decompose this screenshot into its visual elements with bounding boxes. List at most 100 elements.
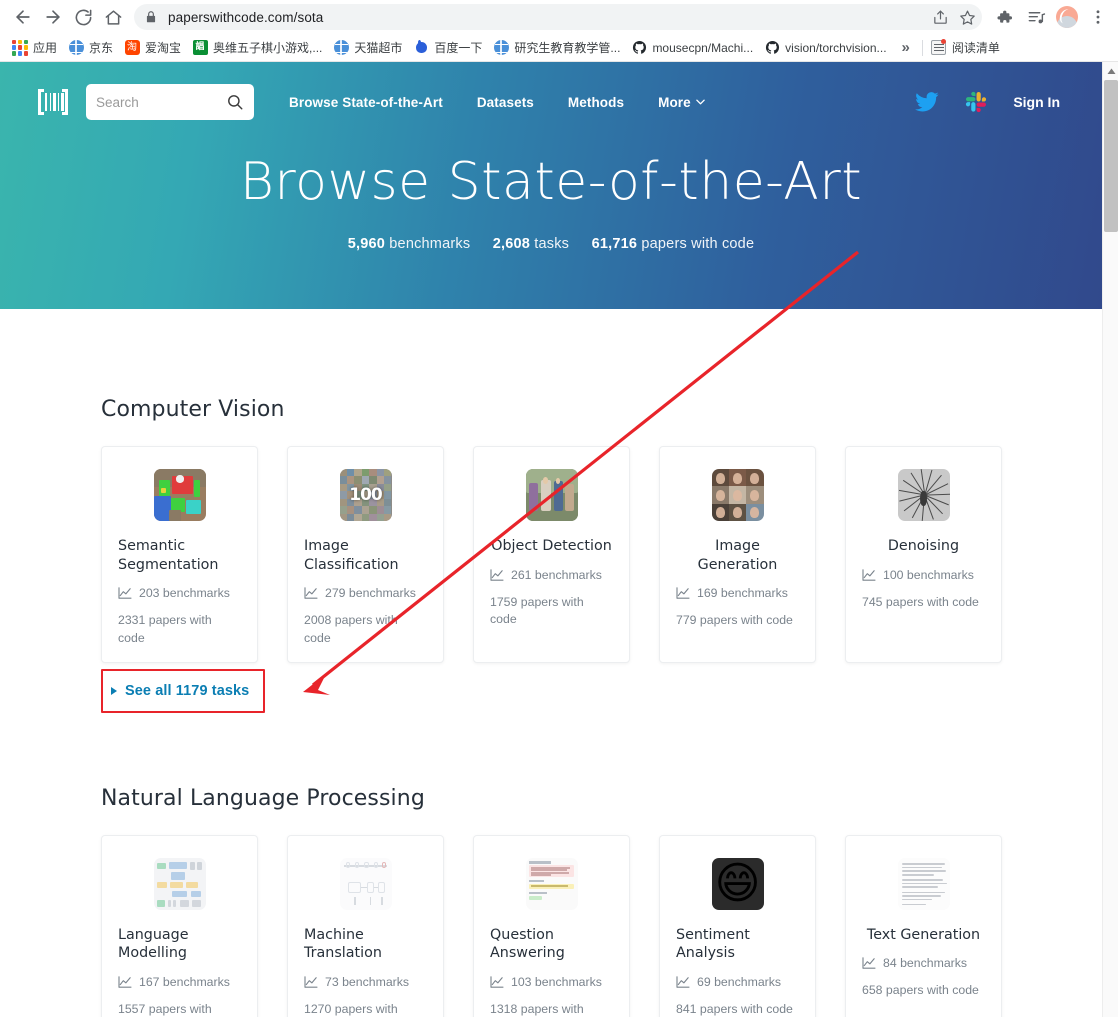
bookmark-aowei[interactable]: 誯 奥维五子棋小游戏,... [188,37,329,59]
task-card-denoising[interactable]: Denoising 100 benchmarks 745 papers with… [845,446,1002,663]
task-card-title: Image Classification [304,538,399,573]
bookmark-taobao[interactable]: 淘 爱淘宝 [120,37,188,59]
reload-button[interactable] [68,2,98,32]
benchmarks-text: 103 benchmarks [511,974,602,989]
bookmark-tmall[interactable]: 天猫超市 [329,37,409,59]
task-card-text-generation[interactable]: Text Generation 84 benchmarks 658 papers… [845,834,1002,1017]
page-viewport: Browse State-of-the-Art Datasets Methods… [0,62,1118,1017]
image-classification-thumb: 100 [339,469,392,521]
chart-icon [118,976,132,988]
task-card-sentiment-analysis[interactable]: 😄 Sentiment Analysis 69 benchmarks 841 p… [659,834,816,1017]
slack-icon[interactable] [965,91,987,113]
address-bar[interactable]: paperswithcode.com/sota [134,4,982,30]
sign-in-button[interactable]: Sign In [1013,94,1060,110]
task-card-papers: 745 papers with code [862,594,979,609]
bookmark-label: 京东 [89,41,114,55]
task-card-title: Text Generation [866,926,981,943]
nav-datasets[interactable]: Datasets [460,95,551,110]
section-title-nlp: Natural Language Processing [101,785,425,811]
twitter-icon[interactable] [915,92,939,112]
bookmarks-bar: 应用 京东 淘 爱淘宝 誯 奥维五子棋小游戏,... 天猫超市 百度一下 研究生… [0,34,1118,62]
taobao-icon: 淘 [124,40,140,56]
nav-more[interactable]: More [641,95,722,110]
task-card-papers: 1759 papers with code [490,594,584,627]
chrome-menu-icon[interactable] [1086,5,1110,29]
machine-translation-thumb [339,857,392,910]
task-card-object-detection[interactable]: Object Detection 261 benchmarks 1759 pap… [473,446,630,663]
task-card-papers: 841 papers with code [676,1001,793,1016]
hero-banner: Browse State-of-the-Art Datasets Methods… [0,62,1102,309]
chart-icon [676,587,690,599]
share-icon[interactable] [932,9,949,26]
bookmark-grad-edu[interactable]: 研究生教育教学管... [489,37,627,59]
language-modelling-thumb [153,857,206,910]
task-card-language-modelling[interactable]: Language Modelling 167 benchmarks 1557 p… [101,834,258,1017]
benchmarks-text: 169 benchmarks [697,586,788,601]
globe-icon [68,40,84,56]
extensions-puzzle-icon[interactable] [992,5,1016,29]
tasks-label: tasks [534,236,570,252]
benchmarks-text: 203 benchmarks [139,586,230,601]
task-card-benchmarks: 103 benchmarks [490,975,613,989]
nav-label: Datasets [476,94,534,110]
benchmarks-text: 167 benchmarks [139,974,230,989]
see-all-wrapper: See all 1179 tasks [0,668,1102,713]
chart-icon [490,568,504,581]
search-input[interactable] [96,94,216,110]
task-card-benchmarks: 69 benchmarks [676,975,799,989]
primary-nav: Browse State-of-the-Art Datasets Methods… [272,95,722,110]
task-card-semantic-segmentation[interactable]: Semantic Segmentation 203 benchmarks 233… [101,446,258,663]
see-all-label: See all 1179 tasks [125,682,250,699]
task-card-title: Question Answering [490,926,565,962]
bookmark-star-icon[interactable] [959,9,976,26]
bookmark-jd[interactable]: 京东 [64,37,120,59]
reading-list-button[interactable]: 阅读清单 [927,37,1007,59]
scrollbar-thumb[interactable] [1104,80,1118,232]
forward-button[interactable] [38,2,68,32]
bookmark-label: mousecpn/Machi... [652,40,754,55]
paperswithcode-logo[interactable] [38,89,68,115]
bookmark-mousecpn[interactable]: mousecpn/Machi... [627,37,760,59]
profile-avatar[interactable] [1056,6,1078,28]
task-card-papers: 1270 papers with code [304,1001,398,1016]
task-card-benchmarks: 84 benchmarks [862,956,985,970]
bookmark-baidu[interactable]: 百度一下 [409,37,489,59]
site-search[interactable] [86,84,254,120]
nav-browse-sota[interactable]: Browse State-of-the-Art [272,95,460,110]
triangle-right-icon [111,686,117,695]
task-card-benchmarks: 203 benchmarks [118,586,241,600]
bookmark-label: vision/torchvision... [785,40,887,55]
see-all-tasks-link[interactable]: See all 1179 tasks [111,683,249,699]
task-card-image-generation[interactable]: Image Generation 169 benchmarks 779 pape… [659,446,816,663]
nav-methods[interactable]: Methods [551,95,641,110]
reading-list-icon[interactable] [1024,5,1048,29]
task-card-papers: 779 papers with code [676,613,793,628]
task-card-machine-translation[interactable]: Machine Translation 73 benchmarks 1270 p… [287,834,444,1017]
back-button[interactable] [8,2,38,32]
hero-stats: 5,960 benchmarks 2,608 tasks 61,716 pape… [0,236,1102,252]
bookmark-label: 奥维五子棋小游戏,... [213,41,323,55]
task-card-question-answering[interactable]: Question Answering 103 benchmarks 1318 p… [473,834,630,1017]
search-icon[interactable] [226,93,244,111]
papers-label: papers with code [641,236,755,252]
task-card-title: Language Modelling [118,926,189,962]
browser-toolbar: paperswithcode.com/sota [0,0,1118,34]
denoising-thumb [897,469,950,521]
benchmarks-text: 73 benchmarks [325,974,410,989]
smiling-face-emoji: 😄 [714,857,761,909]
task-card-title: Semantic Segmentation [118,538,219,573]
scroll-up-arrow[interactable] [1103,62,1118,80]
bookmarks-overflow-button[interactable]: » [894,39,918,56]
page-title: Browse State-of-the-Art [239,152,863,212]
home-button[interactable] [98,2,128,32]
bookmark-label: 爱淘宝 [145,41,182,55]
url-text: paperswithcode.com/sota [168,9,324,25]
task-card-benchmarks: 261 benchmarks [490,568,613,582]
bookmark-torchvision[interactable]: vision/torchvision... [760,37,893,59]
bookmark-apps[interactable]: 应用 [8,37,64,59]
page-scrollbar[interactable] [1102,62,1118,1017]
task-card-benchmarks: 279 benchmarks [304,586,427,600]
task-card-image-classification[interactable]: 100 Image Classification 279 benchmarks … [287,446,444,663]
task-card-title: Sentiment Analysis [676,926,750,962]
github-icon [764,40,780,56]
